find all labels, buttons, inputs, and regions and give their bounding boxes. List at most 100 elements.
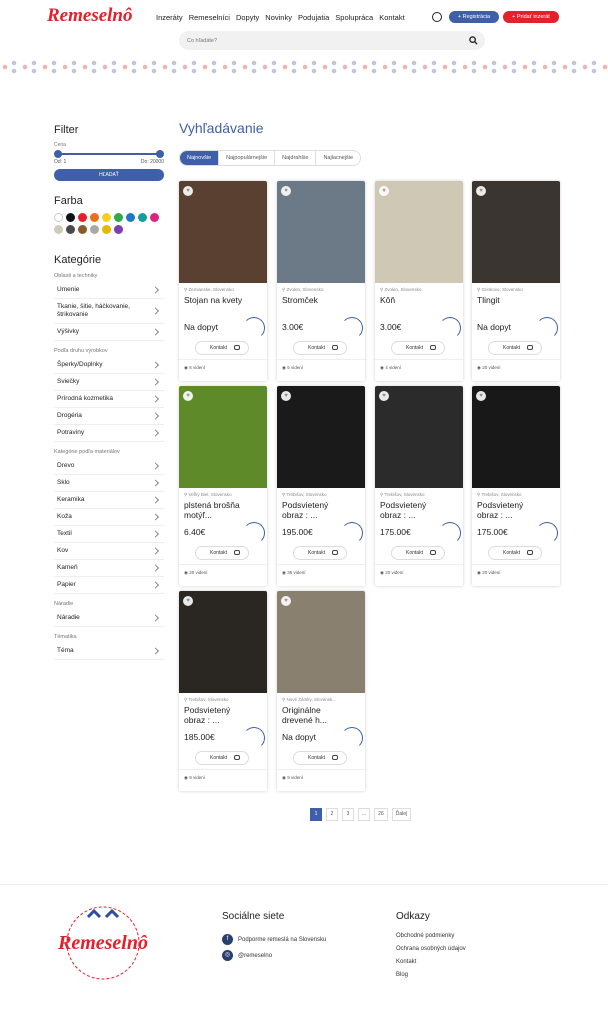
product-card[interactable]: ♥ ⚲ Veľký Biel, Slovensko plstená brošňa m…	[179, 386, 267, 586]
product-name[interactable]: Podsvietený obraz : ...	[184, 705, 250, 725]
category-item[interactable]: Papier	[54, 577, 164, 594]
category-item[interactable]: Kov	[54, 543, 164, 560]
price-slider[interactable]	[54, 150, 164, 158]
category-item[interactable]: Téma	[54, 643, 164, 660]
facebook-link[interactable]: f Podporme remeslá na Slovensku	[222, 934, 326, 945]
product-name[interactable]: Podsvietený obraz : ...	[477, 500, 543, 520]
category-item[interactable]: Náradie	[54, 610, 164, 627]
product-name[interactable]: Tlingit	[477, 295, 543, 305]
search-input[interactable]	[187, 35, 447, 46]
category-item[interactable]: Výšivky	[54, 324, 164, 341]
category-item[interactable]: Prírodná kozmetika	[54, 391, 164, 408]
logo[interactable]: Remeselnô	[47, 5, 133, 27]
color-swatch[interactable]	[90, 213, 99, 222]
page-button[interactable]: ...	[358, 808, 371, 821]
contact-button[interactable]: Kontakt	[195, 751, 249, 765]
instagram-link[interactable]: ◎ @remeselno	[222, 950, 272, 961]
category-item[interactable]: Textil	[54, 526, 164, 543]
add-ad-button[interactable]: + Pridať inzerát	[503, 11, 559, 23]
search-filter-button[interactable]: HĽADAŤ	[54, 169, 164, 181]
contact-button[interactable]: Kontakt	[293, 546, 347, 560]
page-button[interactable]: Ďalej	[391, 808, 412, 821]
color-swatch[interactable]	[66, 225, 75, 234]
category-item[interactable]: Potraviny	[54, 425, 164, 442]
product-card[interactable]: ♥ ⚲ Trebišov, Slovensko Podsvietený obraz …	[375, 386, 463, 586]
category-item[interactable]: Drogéria	[54, 408, 164, 425]
user-icon[interactable]	[432, 12, 442, 22]
nav-item-5[interactable]: Spolupráca	[335, 13, 373, 22]
footer-link[interactable]: Kontakt	[396, 959, 416, 965]
color-swatch[interactable]	[150, 213, 159, 222]
nav-item-6[interactable]: Kontakt	[379, 13, 404, 22]
footer-link[interactable]: Ochrana osobných údajov	[396, 946, 466, 952]
category-item[interactable]: Šperky/Doplnky	[54, 357, 164, 374]
sort-tab[interactable]: Najdrahšie	[275, 151, 317, 165]
category-item[interactable]: Sviečky	[54, 374, 164, 391]
heart-icon[interactable]: ♥	[281, 186, 291, 196]
contact-button[interactable]: Kontakt	[391, 341, 445, 355]
contact-button[interactable]: Kontakt	[195, 546, 249, 560]
page-button[interactable]: 2	[326, 808, 338, 821]
product-image[interactable]	[179, 181, 267, 283]
product-name[interactable]: plstená brošňa motýľ...	[184, 500, 250, 520]
heart-icon[interactable]: ♥	[379, 391, 389, 401]
heart-icon[interactable]: ♥	[281, 596, 291, 606]
product-name[interactable]: Stojan na kvety	[184, 295, 250, 305]
product-card[interactable]: ♥ ⚲ Nové Zámky, Slovensk... Originálne dre…	[277, 591, 365, 791]
product-name[interactable]: Originálne drevené h...	[282, 705, 348, 725]
product-image[interactable]	[472, 181, 560, 283]
product-card[interactable]: ♥ ⚲ Trebišov, Slovensko Podsvietený obraz …	[277, 386, 365, 586]
color-swatch[interactable]	[54, 213, 63, 222]
product-name[interactable]: Podsvietený obraz : ...	[380, 500, 446, 520]
product-card[interactable]: ♥ ⚲ Zemianske, Slovensko Stojan na kvety Na…	[179, 181, 267, 381]
slider-handle-min[interactable]	[54, 150, 62, 158]
product-card[interactable]: ♥ ⚲ Trebišov, Slovensko Podsvietený obraz …	[179, 591, 267, 791]
page-button[interactable]: 1	[310, 808, 322, 821]
category-item[interactable]: Koža	[54, 509, 164, 526]
category-item[interactable]: Tkanie, šitie, háčkovanie, štrikovanie	[54, 299, 164, 324]
search-icon[interactable]	[469, 36, 478, 45]
footer-link[interactable]: Blog	[396, 972, 408, 978]
color-swatch[interactable]	[114, 225, 123, 234]
contact-button[interactable]: Kontakt	[488, 341, 542, 355]
color-swatch[interactable]	[114, 213, 123, 222]
heart-icon[interactable]: ♥	[379, 186, 389, 196]
contact-button[interactable]: Kontakt	[293, 341, 347, 355]
register-button[interactable]: + Registrácia	[449, 11, 499, 23]
heart-icon[interactable]: ♥	[476, 391, 486, 401]
nav-item-4[interactable]: Podujatia	[298, 13, 329, 22]
color-swatch[interactable]	[126, 213, 135, 222]
category-item[interactable]: Umenie	[54, 282, 164, 299]
product-name[interactable]: Kôň	[380, 295, 446, 305]
footer-link[interactable]: Obchodné podmienky	[396, 933, 454, 939]
color-swatch[interactable]	[66, 213, 75, 222]
product-image[interactable]	[472, 386, 560, 488]
category-item[interactable]: Sklo	[54, 475, 164, 492]
color-swatch[interactable]	[90, 225, 99, 234]
heart-icon[interactable]: ♥	[183, 186, 193, 196]
heart-icon[interactable]: ♥	[281, 391, 291, 401]
page-button[interactable]: 3	[342, 808, 354, 821]
product-image[interactable]	[179, 591, 267, 693]
page-button[interactable]: 26	[374, 808, 388, 821]
nav-item-0[interactable]: Inzeráty	[156, 13, 183, 22]
category-item[interactable]: Keramika	[54, 492, 164, 509]
product-image[interactable]	[277, 591, 365, 693]
category-item[interactable]: Drevo	[54, 458, 164, 475]
product-image[interactable]	[179, 386, 267, 488]
nav-item-2[interactable]: Dopyty	[236, 13, 259, 22]
color-swatch[interactable]	[78, 213, 87, 222]
sort-tab[interactable]: Najnovšie	[180, 151, 220, 165]
color-swatch[interactable]	[138, 213, 147, 222]
sort-tab[interactable]: Najlacnejšie	[316, 151, 360, 165]
product-card[interactable]: ♥ ⚲ Zvolen, Slovensko Stromček 3.00€ Kontakt…	[277, 181, 365, 381]
slider-handle-max[interactable]	[156, 150, 164, 158]
product-name[interactable]: Podsvietený obraz : ...	[282, 500, 348, 520]
product-card[interactable]: ♥ ⚲ Grinkovo, Slovensko Tlingit Na dopyt Kon…	[472, 181, 560, 381]
product-name[interactable]: Stromček	[282, 295, 348, 305]
product-image[interactable]	[375, 181, 463, 283]
product-card[interactable]: ♥ ⚲ Zvolen, Slovensko Kôň 3.00€ Kontakt ◉ 4 v…	[375, 181, 463, 381]
heart-icon[interactable]: ♥	[476, 186, 486, 196]
heart-icon[interactable]: ♥	[183, 596, 193, 606]
product-card[interactable]: ♥ ⚲ Trebišov, Slovensko Podsvietený obraz …	[472, 386, 560, 586]
